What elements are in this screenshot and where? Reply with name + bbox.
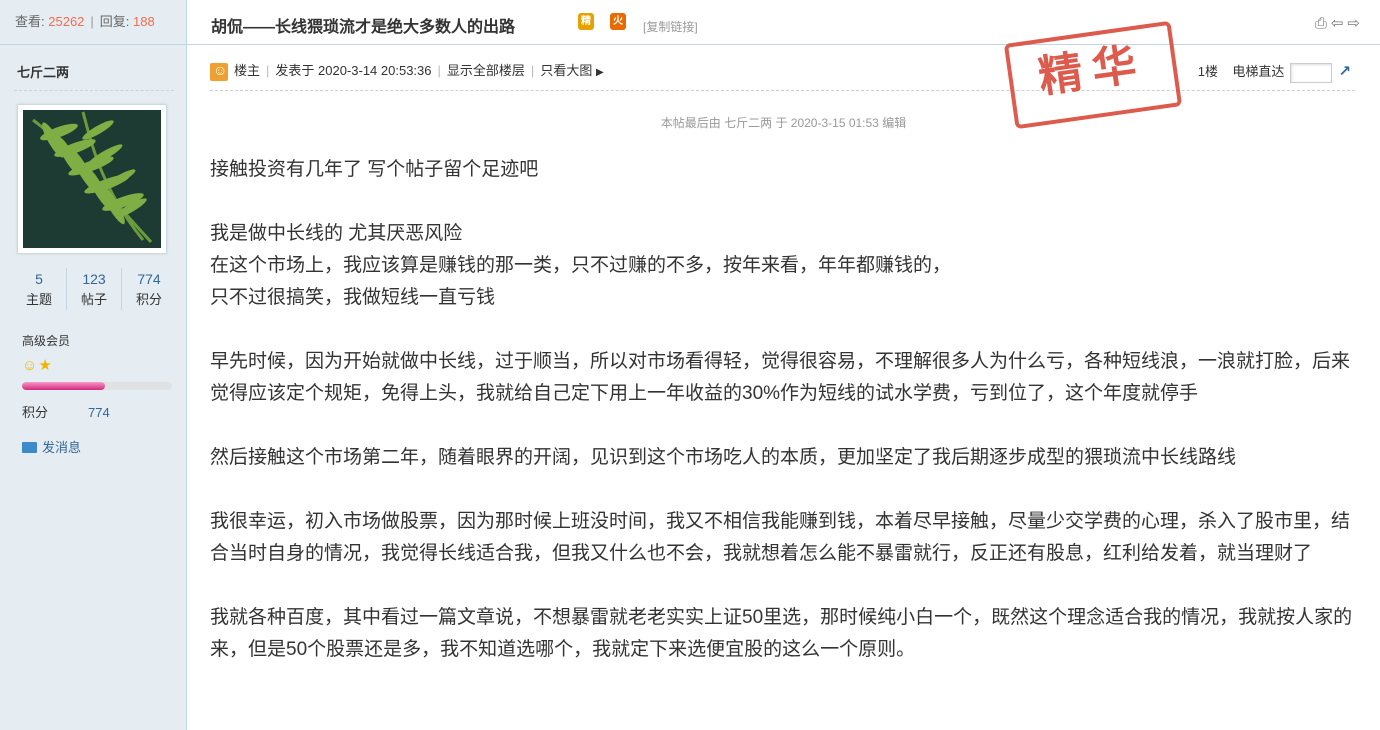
post-content: 接触投资有几年了 写个帖子留个足迹吧 我是做中长线的 尤其厌恶风险 在这个市场上… <box>210 154 1355 698</box>
thread-tools: ⎙⇦⇨ <box>1315 14 1364 32</box>
big-image-link[interactable]: 只看大图 <box>540 63 592 78</box>
print-icon[interactable]: ⎙ <box>1315 15 1331 32</box>
next-thread-icon[interactable]: ⇨ <box>1347 15 1364 32</box>
replies-label: 回复: <box>99 14 130 29</box>
author-stats: 5 主题 123 帖子 774 积分 <box>12 268 176 310</box>
thread-title: 胡侃——长线猥琐流才是绝大多数人的出路 <box>211 19 516 36</box>
author-name[interactable]: 七斤二两 <box>17 62 69 81</box>
jump-go-icon[interactable]: ↗ <box>1338 63 1351 80</box>
prev-thread-icon[interactable]: ⇦ <box>1331 15 1348 32</box>
views-label: 查看: <box>15 14 45 29</box>
post-paragraph: 我就各种百度，其中看过一篇文章说，不想暴雷就老老实实上证50里选，那时候纯小白一… <box>210 607 1353 660</box>
views-count: 25262 <box>48 14 85 29</box>
level-progress-fill <box>22 382 105 390</box>
author-sidebar: 查看: 25262 | 回复: 188 七斤二两 5 主题 123 帖子 774… <box>0 0 187 730</box>
meta-separator: | <box>530 63 535 78</box>
elevator-label: 电梯直达 <box>1232 64 1285 79</box>
triangle-right-icon[interactable]: ▶ <box>596 67 604 78</box>
post-meta-left: 楼主 | 发表于 2020-3-14 20:53:36 | 显示全部楼层 | 只看大图 ▶ <box>210 60 604 81</box>
op-label: 楼主 <box>234 63 261 78</box>
level-progress-bar <box>22 382 172 390</box>
score-row: 积分 774 <box>22 402 110 421</box>
score-value: 774 <box>88 405 110 420</box>
post-paragraph: 我很幸运，初入市场做股票，因为那时候上班没时间，我又不相信我能赚到钱，本着尽早接… <box>210 511 1351 564</box>
thread-stats: 查看: 25262 | 回复: 188 <box>0 0 186 45</box>
send-message-label: 发消息 <box>42 440 82 455</box>
hot-badge-icon: 火 <box>610 13 626 30</box>
op-icon <box>210 62 228 81</box>
score-label: 积分 <box>22 405 49 420</box>
post-paragraph: 早先时候，因为开始就做中长线，过于顺当，所以对市场看得轻，觉得很容易，不理解很多… <box>210 351 1351 404</box>
meta-separator: | <box>437 63 441 78</box>
floor-jump-input[interactable] <box>1290 62 1333 83</box>
post-paragraph: 我是做中长线的 尤其厌恶风险 <box>210 223 463 244</box>
meta-separator: | <box>266 63 270 78</box>
post-paragraph: 只不过很搞笑，我做短线一直亏钱 <box>210 287 496 308</box>
post-meta: 楼主|发表于 2020-3-14 20:53:36|显示全部楼层|只看大图 ▶ … <box>210 56 1355 91</box>
post-paragraph: 接触投资有几年了 写个帖子留个足迹吧 <box>210 159 539 180</box>
stat-value: 5 <box>35 271 43 287</box>
stat-label: 主题 <box>25 292 52 307</box>
stat-threads[interactable]: 5 主题 <box>12 268 66 310</box>
divider <box>14 90 174 91</box>
post-paragraph: 然后接触这个市场第二年，随着眼界的开阔，见识到这个市场吃人的本质，更加坚定了我后… <box>210 447 1237 468</box>
stat-label: 帖子 <box>80 292 107 307</box>
stat-value: 774 <box>137 271 161 287</box>
stat-value: 123 <box>82 271 106 287</box>
stat-points[interactable]: 774 积分 <box>121 268 176 310</box>
title-bar: 胡侃——长线猥琐流才是绝大多数人的出路 精 火 [复制链接] ⎙⇦⇨ <box>187 0 1380 45</box>
smiley-icon: ☺ <box>22 357 39 374</box>
post-meta-right: 1楼 电梯直达 ↗ <box>1198 61 1351 83</box>
rank-icons: ☺★ <box>22 356 53 374</box>
copy-link[interactable]: [复制链接] <box>643 18 698 35</box>
avatar[interactable] <box>17 104 167 254</box>
replies-count: 188 <box>133 14 155 29</box>
post-paragraph: 在这个市场上，我应该算是赚钱的那一类，只不过赚的不多，按年来看，年年都赚钱的， <box>210 255 952 276</box>
envelope-icon <box>22 442 37 453</box>
user-group[interactable]: 高级会员 <box>22 332 70 349</box>
post-main: 胡侃——长线猥琐流才是绝大多数人的出路 精 火 [复制链接] ⎙⇦⇨ 楼主 | 发表… <box>187 0 1380 730</box>
send-message-link[interactable]: 发消息 <box>22 437 81 456</box>
post-date: 发表于 2020-3-14 20:53:36 <box>275 63 432 78</box>
digest-badge-icon: 精 <box>578 13 594 30</box>
fern-avatar-image <box>23 110 161 248</box>
stat-label: 积分 <box>135 292 162 307</box>
show-all-floors-link[interactable]: 显示全部楼层 <box>447 63 525 78</box>
stats-separator: | <box>90 14 94 29</box>
star-icon: ★ <box>38 357 53 374</box>
edited-note: 本帖最后由 七斤二两 于 2020-3-15 01:53 编辑 <box>660 116 907 130</box>
stat-posts[interactable]: 123 帖子 <box>66 268 121 310</box>
floor-number[interactable]: 1楼 <box>1198 64 1218 79</box>
